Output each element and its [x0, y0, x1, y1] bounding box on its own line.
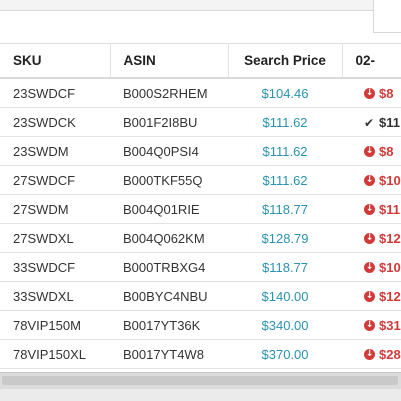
cell-sku: 33SWDXL [0, 281, 110, 311]
cell-price-change: ↓ $8 [342, 136, 401, 166]
cell-sku: 27SWDM [0, 194, 110, 224]
price-change-value: $12 [379, 231, 401, 247]
cell-sku: 23SWDCK [0, 107, 110, 137]
horizontal-scrollbar[interactable] [0, 372, 401, 389]
cell-asin: B0017YT36K [110, 310, 228, 340]
table-row[interactable]: 27SWDXL B004Q062KM $128.79 ↓ $12 [0, 223, 401, 253]
price-change-value: $11 [379, 202, 400, 218]
cell-search-price: $104.46 [228, 78, 342, 108]
cell-sku: 27SWDXL [0, 223, 110, 253]
cell-asin: B000TKF55Q [110, 165, 228, 195]
cell-sku: 33SWDCF [0, 252, 110, 282]
table-header-row: SKU ASIN Search Price 02- [0, 43, 401, 79]
toolbar-strip [0, 0, 401, 11]
price-table: SKU ASIN Search Price 02- 23SWDCF B000S2R… [0, 43, 401, 369]
table-row[interactable]: 78VIP150XL B0017YT4W8 $370.00 ↓ $28 [0, 339, 401, 369]
bottom-strip [0, 389, 401, 401]
column-header-search-price[interactable]: Search Price [228, 43, 343, 79]
price-change-value: $8 [379, 86, 394, 102]
table-row[interactable]: 23SWDCF B000S2RHEM $104.46 ↓ $8 [0, 78, 401, 108]
cell-search-price: $118.77 [228, 252, 342, 282]
arrow-down-circle-icon: ↓ [364, 146, 375, 158]
price-change-value: $10 [379, 260, 401, 276]
arrow-down-circle-icon: ↓ [364, 175, 375, 187]
cell-search-price: $111.62 [228, 107, 342, 137]
check-icon: ✔ [364, 115, 375, 130]
cell-sku: 78VIP150XL [0, 339, 110, 369]
cell-search-price: $370.00 [228, 339, 342, 369]
column-header-sku[interactable]: SKU [0, 43, 111, 79]
cell-price-change: ↓ $11 [342, 194, 401, 224]
cell-asin: B000TRBXG4 [110, 252, 228, 282]
cell-price-change: ↓ $12 [342, 223, 401, 253]
cell-price-change: ↓ $31 [342, 310, 401, 340]
table-row[interactable]: 33SWDXL B00BYC4NBU $140.00 ↓ $12 [0, 281, 401, 311]
cell-search-price: $340.00 [228, 310, 342, 340]
price-change-value: $28 [379, 347, 401, 363]
cell-price-change: ↓ $8 [342, 78, 401, 108]
cell-price-change: ✔ $11 [342, 107, 401, 137]
table-row[interactable]: 27SWDM B004Q01RIE $118.77 ↓ $11 [0, 194, 401, 224]
cell-search-price: $140.00 [228, 281, 342, 311]
arrow-down-circle-icon: ↓ [364, 349, 375, 361]
arrow-down-circle-icon: ↓ [364, 233, 375, 245]
cell-price-change: ↓ $12 [342, 281, 401, 311]
cell-search-price: $128.79 [228, 223, 342, 253]
column-header-asin[interactable]: ASIN [110, 43, 229, 79]
cell-sku: 78VIP150M [0, 310, 110, 340]
cell-price-change: ↓ $28 [342, 339, 401, 369]
price-table-panel: SKU ASIN Search Price 02- 23SWDCF B000S2R… [0, 0, 401, 372]
cell-sku: 27SWDCF [0, 165, 110, 195]
scrollbar-thumb[interactable] [2, 376, 398, 385]
arrow-down-circle-icon: ↓ [364, 262, 375, 274]
cell-asin: B004Q01RIE [110, 194, 228, 224]
price-change-value: $31 [379, 318, 401, 334]
arrow-down-circle-icon: ↓ [364, 88, 375, 100]
cell-sku: 23SWDM [0, 136, 110, 166]
cell-asin: B00BYC4NBU [110, 281, 228, 311]
table-row[interactable]: 23SWDCK B001F2I8BU $111.62 ✔ $11 [0, 107, 401, 137]
table-row[interactable]: 78VIP150M B0017YT36K $340.00 ↓ $31 [0, 310, 401, 340]
table-row[interactable]: 27SWDCF B000TKF55Q $111.62 ↓ $10 [0, 165, 401, 195]
price-change-value: $12 [379, 289, 401, 305]
cell-price-change: ↓ $10 [342, 252, 401, 282]
arrow-down-circle-icon: ↓ [364, 204, 375, 216]
price-change-value: $10 [379, 173, 401, 189]
cell-search-price: $111.62 [228, 136, 342, 166]
arrow-down-circle-icon: ↓ [364, 291, 375, 303]
price-change-value: $11 [379, 115, 400, 131]
table-row[interactable]: 33SWDCF B000TRBXG4 $118.77 ↓ $10 [0, 252, 401, 282]
toolbar-corner-button[interactable] [373, 0, 401, 33]
cell-asin: B004Q0PSI4 [110, 136, 228, 166]
cell-asin: B000S2RHEM [110, 78, 228, 108]
column-header-date[interactable]: 02- [342, 43, 401, 79]
arrow-down-circle-icon: ↓ [364, 320, 375, 332]
table-row[interactable]: 23SWDM B004Q0PSI4 $111.62 ↓ $8 [0, 136, 401, 166]
cell-asin: B001F2I8BU [110, 107, 228, 137]
cell-search-price: $118.77 [228, 194, 342, 224]
cell-asin: B004Q062KM [110, 223, 228, 253]
cell-asin: B0017YT4W8 [110, 339, 228, 369]
price-change-value: $8 [379, 144, 394, 160]
cell-search-price: $111.62 [228, 165, 342, 195]
cell-price-change: ↓ $10 [342, 165, 401, 195]
cell-sku: 23SWDCF [0, 78, 110, 108]
